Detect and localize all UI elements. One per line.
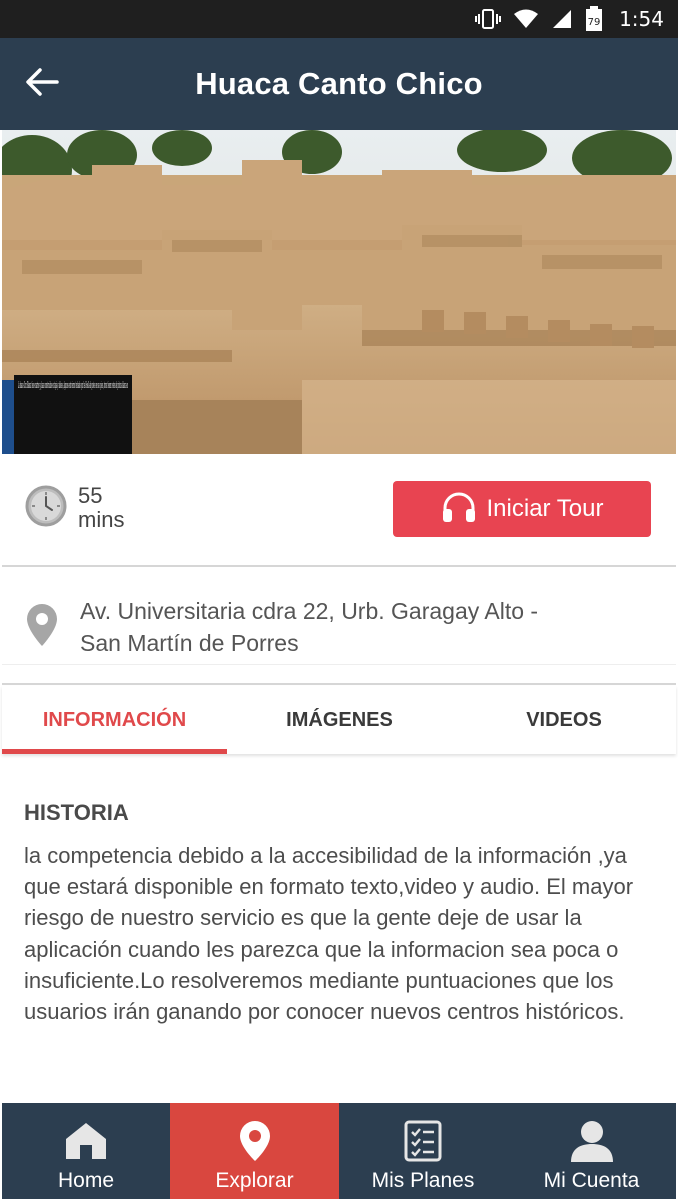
- duration-value: 55: [78, 483, 103, 508]
- divider: [2, 565, 676, 567]
- divider: [2, 664, 676, 665]
- back-button[interactable]: [22, 64, 62, 104]
- battery-level: 79: [588, 17, 601, 28]
- nav-mi-cuenta-label: Mi Cuenta: [543, 1169, 640, 1192]
- battery-icon: 79: [585, 6, 603, 32]
- location-pin-icon: [25, 602, 59, 648]
- nav-explorar-label: Explorar: [215, 1169, 294, 1192]
- tab-videos[interactable]: VIDEOS: [452, 686, 676, 754]
- address-row[interactable]: Av. Universitaria cdra 22, Urb. Garagay …: [0, 568, 678, 664]
- location-pin-icon: [238, 1119, 272, 1163]
- wifi-icon: [513, 8, 539, 30]
- arrow-left-icon: [25, 67, 59, 102]
- headphones-icon: [441, 491, 477, 528]
- start-tour-button[interactable]: Iniciar Tour: [393, 481, 651, 537]
- section-body: la competencia debido a la accesibilidad…: [24, 843, 634, 1025]
- vibrate-icon: [475, 8, 502, 30]
- address-line-1: Av. Universitaria cdra 22, Urb. Garagay …: [80, 598, 539, 624]
- section-heading: HISTORIA: [24, 800, 129, 825]
- checklist-icon: [403, 1119, 443, 1163]
- app-screen: 79 1:54 Huaca Canto Chico La huaca Cruz …: [0, 0, 678, 1199]
- nav-mi-cuenta[interactable]: Mi Cuenta: [507, 1103, 676, 1199]
- user-icon: [569, 1119, 615, 1163]
- hero-image[interactable]: La huaca Cruz Blanca tiene cuartos y pla…: [2, 130, 676, 454]
- app-bar: Huaca Canto Chico: [0, 38, 678, 130]
- signal-icon: [551, 8, 573, 30]
- home-icon: [64, 1119, 108, 1163]
- sign-text: La huaca Cruz Blanca tiene cuartos y pla…: [18, 381, 128, 391]
- nav-explorar[interactable]: Explorar: [170, 1103, 339, 1199]
- status-bar: 79 1:54: [0, 0, 678, 38]
- nav-mis-planes-label: Mis Planes: [371, 1169, 475, 1192]
- divider: [2, 683, 676, 685]
- bottom-nav: Home Explorar Mis Planes Mi Cuenta: [2, 1103, 676, 1199]
- duration-row: 55 mins Iniciar Tour: [0, 454, 678, 566]
- tab-imagenes[interactable]: IMÁGENES: [227, 686, 452, 754]
- tab-informacion[interactable]: INFORMACIÓN: [2, 686, 227, 754]
- active-tab-indicator: [2, 749, 227, 754]
- tab-bar: INFORMACIÓN IMÁGENES VIDEOS: [2, 686, 676, 754]
- status-time: 1:54: [619, 7, 664, 31]
- address-line-2: San Martín de Porres: [80, 630, 299, 656]
- nav-home-label: Home: [57, 1169, 115, 1192]
- ruins-photo: La huaca Cruz Blanca tiene cuartos y pla…: [2, 130, 676, 454]
- duration-unit: mins: [78, 507, 125, 532]
- nav-home[interactable]: Home: [2, 1103, 170, 1199]
- address-text: Av. Universitaria cdra 22, Urb. Garagay …: [80, 595, 640, 659]
- tab-content: HISTORIA la competencia debido a la acce…: [24, 800, 664, 1027]
- start-tour-label: Iniciar Tour: [486, 495, 604, 522]
- duration-text: 55 mins: [78, 484, 124, 532]
- nav-mis-planes[interactable]: Mis Planes: [339, 1103, 507, 1199]
- page-title: Huaca Canto Chico: [195, 66, 483, 101]
- clock-icon: [24, 484, 68, 528]
